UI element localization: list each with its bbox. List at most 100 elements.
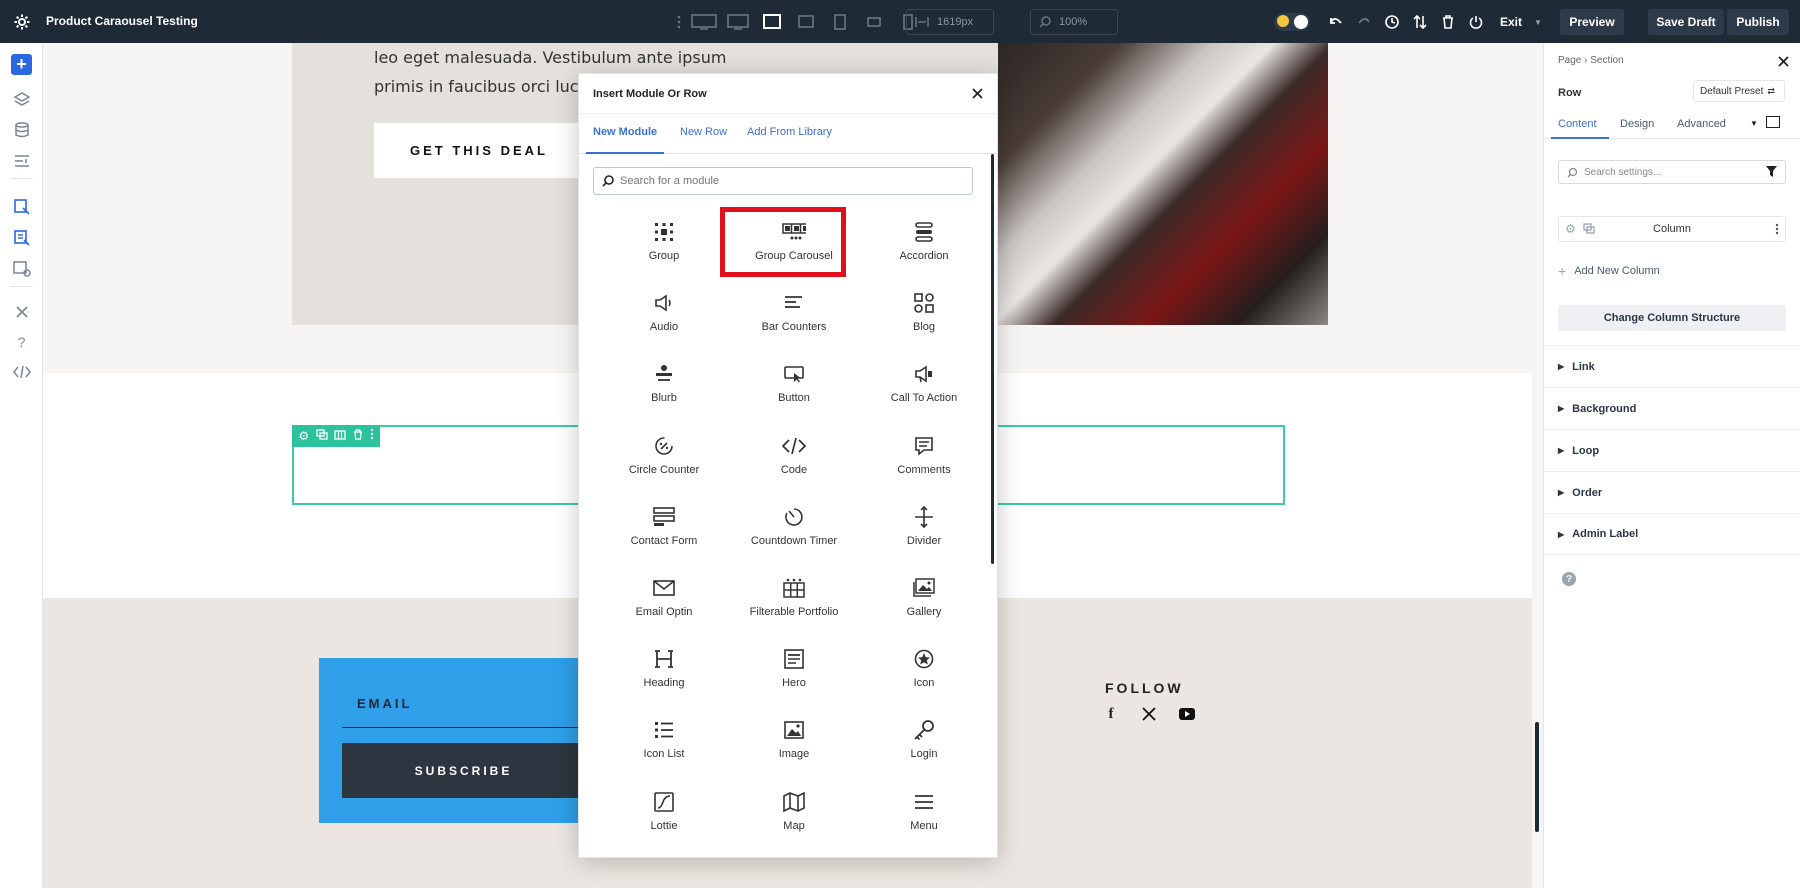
module-code[interactable]: Code (734, 420, 854, 480)
filter-icon[interactable] (1766, 166, 1777, 180)
modal-scrollbar[interactable] (991, 154, 994, 564)
x-twitter-icon[interactable] (1140, 705, 1158, 723)
module-group[interactable]: Group (604, 206, 724, 266)
layout-icon[interactable] (11, 150, 32, 171)
email-field-label[interactable]: EMAIL (357, 696, 412, 711)
module-map[interactable]: Map (734, 776, 854, 836)
module-countdown-timer[interactable]: Countdown Timer (734, 491, 854, 551)
save-draft-button[interactable]: Save Draft (1648, 9, 1724, 35)
accordion-background[interactable]: ▶ Background (1544, 387, 1800, 429)
drag-handle-icon[interactable] (674, 11, 684, 33)
zoom-field[interactable]: 100% (1030, 9, 1118, 35)
undo-icon[interactable] (1322, 16, 1350, 28)
accordion-loop[interactable]: ▶ Loop (1544, 429, 1800, 471)
add-new-column-button[interactable]: + Add New Column (1558, 263, 1660, 279)
tab-add-from-library[interactable]: Add From Library (747, 126, 832, 138)
sort-icon[interactable] (1406, 15, 1434, 29)
module-search-box[interactable] (593, 167, 973, 195)
chevron-down-icon[interactable]: ▼ (1534, 18, 1542, 27)
add-plus-icon[interactable]: + (11, 54, 32, 75)
column-more-icon[interactable] (1775, 223, 1779, 238)
canvas-scrollbar[interactable] (1535, 722, 1539, 832)
module-heading[interactable]: Heading (604, 633, 724, 693)
theme-builder-icon[interactable] (11, 227, 32, 248)
database-icon[interactable] (11, 119, 32, 140)
module-blog[interactable]: Blog (864, 277, 984, 337)
power-icon[interactable] (1462, 15, 1490, 29)
module-audio[interactable]: Audio (604, 277, 724, 337)
facebook-icon[interactable]: f (1102, 705, 1120, 723)
module-divider[interactable]: Divider (864, 491, 984, 551)
settings-search-box[interactable]: Search settings... (1558, 160, 1786, 184)
column-duplicate-icon[interactable] (1583, 223, 1595, 237)
history-icon[interactable] (1378, 15, 1406, 29)
row-settings-gear-icon[interactable]: ⚙ (298, 429, 309, 443)
breadcrumb-section[interactable]: Section (1590, 55, 1623, 66)
tab-design[interactable]: Design (1620, 118, 1654, 130)
template-icon[interactable] (11, 258, 32, 279)
tools-icon[interactable] (11, 301, 32, 322)
module-menu[interactable]: Menu (864, 776, 984, 836)
page-settings-icon[interactable] (11, 196, 32, 217)
help-icon[interactable]: ? (1562, 572, 1576, 586)
module-accordion[interactable]: Accordion (864, 206, 984, 266)
module-lottie[interactable]: Lottie (604, 776, 724, 836)
module-call-to-action[interactable]: Call To Action (864, 348, 984, 408)
module-filterable-portfolio[interactable]: Filterable Portfolio (734, 562, 854, 622)
code-icon[interactable] (11, 361, 32, 382)
accordion-admin-label[interactable]: ▶ Admin Label (1544, 513, 1800, 555)
width-field[interactable]: 1619px (906, 9, 994, 35)
row-duplicate-icon[interactable] (316, 427, 328, 445)
module-contact-form[interactable]: Contact Form (604, 491, 724, 551)
youtube-icon[interactable] (1178, 705, 1196, 723)
row-columns-icon[interactable] (334, 427, 347, 445)
get-this-deal-button[interactable]: GET THIS DEAL (374, 123, 584, 178)
help-question-icon[interactable]: ? (11, 331, 32, 352)
laptop-icon[interactable] (758, 11, 786, 33)
view-mode-icon[interactable] (1766, 116, 1780, 128)
trash-icon[interactable] (1434, 15, 1462, 29)
module-icon-list[interactable]: Icon List (604, 704, 724, 764)
module-search-input[interactable] (620, 175, 950, 187)
layers-icon[interactable] (11, 88, 32, 109)
preview-button[interactable]: Preview (1560, 9, 1624, 35)
widescreen-icon[interactable] (690, 11, 718, 33)
module-button[interactable]: Button (734, 348, 854, 408)
redo-icon[interactable] (1350, 16, 1378, 28)
desktop-icon[interactable] (724, 11, 752, 33)
preset-selector[interactable]: Default Preset ⇄ (1693, 80, 1785, 102)
tablet-landscape-icon[interactable] (792, 11, 820, 33)
tab-content[interactable]: Content (1558, 118, 1597, 130)
module-comments[interactable]: Comments (864, 420, 984, 480)
panel-close-icon[interactable] (1776, 54, 1790, 68)
module-hero[interactable]: Hero (734, 633, 854, 693)
breadcrumb-page[interactable]: Page (1558, 55, 1581, 66)
accordion-link[interactable]: ▶ Link (1544, 345, 1800, 387)
change-column-structure-button[interactable]: Change Column Structure (1558, 305, 1786, 331)
module-bar-counters[interactable]: Bar Counters (734, 277, 854, 337)
tab-new-row[interactable]: New Row (680, 126, 727, 138)
module-icon[interactable]: Icon (864, 633, 984, 693)
accordion-order[interactable]: ▶ Order (1544, 471, 1800, 513)
row-more-icon[interactable] (370, 427, 374, 445)
column-item[interactable]: ⚙ Column (1558, 216, 1786, 242)
theme-toggle[interactable] (1274, 13, 1310, 31)
tablet-portrait-icon[interactable] (826, 11, 854, 33)
module-email-optin[interactable]: Email Optin (604, 562, 724, 622)
phone-landscape-icon[interactable] (860, 11, 888, 33)
tab-advanced[interactable]: Advanced (1677, 118, 1726, 130)
module-circle-counter[interactable]: Circle Counter (604, 420, 724, 480)
subscribe-button[interactable]: SUBSCRIBE (342, 743, 585, 798)
tabs-dropdown-icon[interactable]: ▼ (1750, 119, 1758, 128)
module-blurb[interactable]: Blurb (604, 348, 724, 408)
module-gallery[interactable]: Gallery (864, 562, 984, 622)
module-login[interactable]: Login (864, 704, 984, 764)
tab-new-module[interactable]: New Module (593, 126, 657, 138)
module-image[interactable]: Image (734, 704, 854, 764)
exit-button[interactable]: Exit ▼ (1500, 15, 1542, 29)
close-icon[interactable] (969, 85, 985, 101)
publish-button[interactable]: Publish (1727, 9, 1789, 35)
settings-gear-icon[interactable] (12, 12, 32, 32)
row-delete-icon[interactable] (353, 427, 363, 445)
column-settings-icon[interactable]: ⚙ (1565, 222, 1576, 236)
